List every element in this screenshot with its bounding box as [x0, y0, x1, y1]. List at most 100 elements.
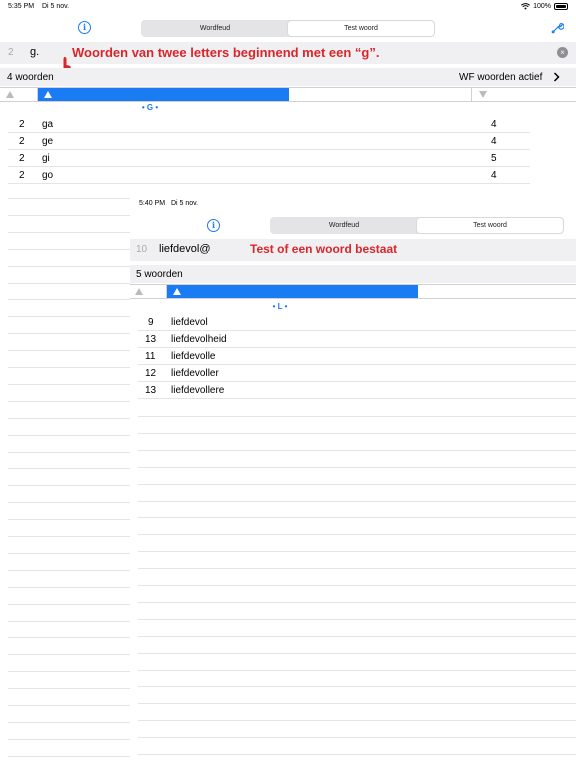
- word-length: 2: [19, 170, 25, 181]
- info-icon[interactable]: i: [78, 21, 91, 34]
- table-row[interactable]: 2 ge 4: [8, 133, 530, 150]
- table-row[interactable]: 2 gi 5: [8, 150, 530, 167]
- row-separator: [8, 214, 130, 216]
- overlay-screenshot: 5:40 PM Di 5 nov. i Wordfeud Test woord …: [130, 196, 576, 768]
- table-row[interactable]: 2 go 4: [8, 167, 530, 184]
- row-separator: [138, 669, 576, 671]
- word: gi: [42, 153, 50, 164]
- sort-up-icon: [44, 91, 52, 98]
- row-separator: [8, 586, 130, 588]
- sort-score-cell[interactable]: [473, 88, 576, 101]
- clear-icon[interactable]: ×: [557, 47, 568, 58]
- sort-word-cell[interactable]: [167, 285, 418, 298]
- sort-length-cell[interactable]: [0, 88, 38, 101]
- table-row[interactable]: 12 liefdevoller: [138, 365, 576, 382]
- row-separator: [8, 248, 130, 250]
- sort-down-icon: [479, 91, 487, 98]
- section-header: • G •: [141, 103, 159, 112]
- section-header: • L •: [272, 302, 288, 311]
- word-length: 2: [19, 119, 25, 130]
- row-separator: [8, 721, 130, 723]
- tab-test-woord[interactable]: Test woord: [417, 218, 563, 233]
- word-count: 5 woorden: [136, 269, 183, 280]
- tab-wordfeud[interactable]: Wordfeud: [142, 21, 288, 36]
- row-separator: [138, 585, 576, 586]
- table-row[interactable]: 13 liefdevollere: [138, 382, 576, 399]
- row-separator: [8, 383, 130, 385]
- row-separator: [8, 637, 130, 639]
- tab-wordfeud[interactable]: Wordfeud: [271, 218, 417, 233]
- wrench-icon[interactable]: [551, 21, 564, 34]
- row-separator: [138, 551, 576, 553]
- table-row[interactable]: 13 liefdevolheid: [138, 331, 576, 348]
- word: go: [42, 170, 54, 181]
- mode-segmented-control: Wordfeud Test woord: [270, 217, 564, 234]
- row-separator: [138, 703, 576, 705]
- word: ge: [42, 136, 54, 147]
- search-input[interactable]: g.: [30, 46, 39, 58]
- row-separator: [8, 265, 130, 267]
- row-separator: [8, 654, 130, 656]
- row-separator: [138, 720, 576, 722]
- battery-percent: 100%: [533, 3, 551, 10]
- filter-label[interactable]: WF woorden actief: [459, 72, 542, 83]
- word-length: 11: [145, 351, 156, 362]
- search-input[interactable]: liefdevol@: [159, 243, 211, 255]
- row-separator: [8, 485, 130, 487]
- row-separator: [8, 519, 130, 521]
- sort-up-icon: [135, 288, 143, 295]
- row-separator: [8, 738, 130, 740]
- row-separator: [138, 517, 576, 519]
- row-separator: [8, 367, 130, 368]
- count-bar: 4 woorden WF woorden actief: [0, 68, 576, 86]
- annotation-text: Woorden van twee letters beginnend met e…: [72, 45, 380, 60]
- row-separator: [8, 417, 130, 419]
- row-separator: [8, 282, 130, 284]
- row-separator: [8, 536, 130, 537]
- sort-up-icon: [173, 288, 181, 295]
- annotation-text: Test of een woord bestaat: [250, 242, 398, 256]
- row-separator: [8, 502, 130, 504]
- row-separator: [138, 432, 576, 434]
- chevron-right-icon[interactable]: [553, 72, 560, 82]
- word: liefdevollere: [171, 385, 225, 396]
- row-separator: [138, 500, 576, 502]
- row-separator: [8, 231, 130, 233]
- sort-length-cell[interactable]: [130, 285, 167, 298]
- wifi-icon: [521, 3, 531, 10]
- row-separator: [138, 466, 576, 468]
- word-length: 2: [19, 153, 25, 164]
- word-length: 12: [145, 368, 157, 379]
- row-separator: [138, 568, 576, 570]
- word-score: 4: [491, 170, 497, 181]
- table-row[interactable]: 9 liefdevol: [138, 314, 576, 331]
- row-separator: [8, 620, 130, 622]
- row-separator: [8, 705, 130, 706]
- row-separator: [8, 350, 130, 352]
- sort-up-icon: [6, 91, 14, 98]
- sort-spacer-cell: [289, 88, 472, 101]
- word: ga: [42, 119, 54, 130]
- row-separator: [138, 416, 576, 417]
- row-separator: [8, 451, 130, 453]
- word-list: 2 ga 4 2 ge 4 2 gi 5 2 go 4: [8, 116, 530, 184]
- row-separator: [138, 449, 576, 451]
- row-separator: [138, 652, 576, 654]
- word-score: 5: [491, 153, 497, 164]
- sort-word-cell[interactable]: [38, 88, 289, 101]
- query-length: 2: [8, 47, 14, 58]
- row-separator: [8, 688, 130, 690]
- status-date: Di 5 nov.: [42, 3, 70, 10]
- table-row[interactable]: 11 liefdevolle: [138, 348, 576, 365]
- word-score: 4: [491, 136, 497, 147]
- status-right: 100%: [521, 3, 568, 10]
- word: liefdevolheid: [171, 334, 227, 345]
- table-row[interactable]: 2 ga 4: [8, 116, 530, 133]
- word: liefdevolle: [171, 351, 216, 362]
- tab-test-woord[interactable]: Test woord: [288, 21, 434, 36]
- status-time: 5:35 PM: [8, 3, 35, 10]
- info-icon[interactable]: i: [207, 219, 220, 232]
- search-bar: 2 g. Woorden van twee letters beginnend …: [0, 42, 576, 64]
- row-separator: [8, 299, 130, 301]
- word-length: 13: [145, 385, 157, 396]
